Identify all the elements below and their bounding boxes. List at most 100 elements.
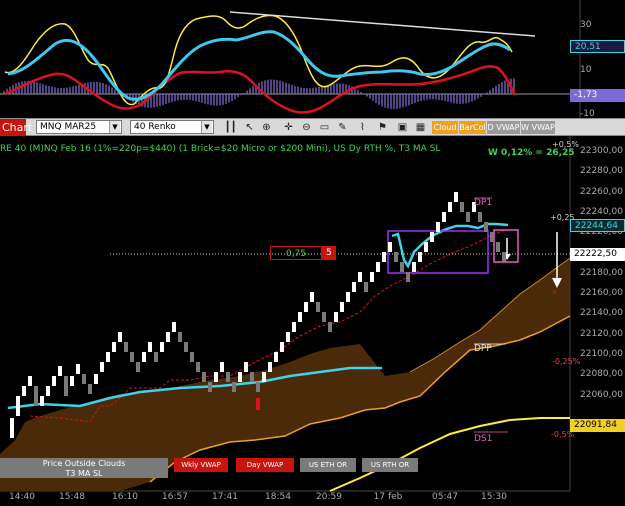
pct-plus-05: +0,5% [552,140,580,149]
renko-brick-down [364,282,368,292]
renko-brick-up [442,212,446,222]
grid-icon[interactable]: ▦ [414,121,427,134]
renko-brick-down [196,362,200,372]
renko-brick-up [274,352,278,362]
renko-brick-down [178,332,182,342]
renko-brick-down [322,312,326,322]
renko-brick-up [358,272,362,282]
renko-brick-down [502,252,506,262]
cursor-icon[interactable]: ↖ [243,121,256,134]
osc-purple-value: -1,73 [570,89,625,102]
properties-icon[interactable]: ▭ [318,121,331,134]
renko-brick-up [148,342,152,352]
renko-brick-up [28,376,32,386]
renko-brick-up [304,302,308,312]
renko-brick-up [16,396,20,406]
renko-brick-down [484,222,488,232]
renko-brick-down [64,386,68,396]
renko-brick-up [40,396,44,406]
box-icon[interactable]: ▣ [396,121,409,134]
renko-brick-up [418,252,422,262]
crosshair-icon[interactable]: ✛ [282,121,295,134]
time-axis-label: 15:30 [481,492,507,502]
renko-brick-up [94,374,98,384]
price-current-tag: 22222,50 [570,248,625,261]
zoom-in-icon[interactable]: ⊕ [260,121,273,134]
renko-brick-up [388,242,392,252]
renko-brick-up [16,406,20,416]
renko-brick-down [466,212,470,222]
price-yellow-tag: 22091,84 [570,419,625,432]
day-vwap-button[interactable]: Day VWAP [236,458,294,472]
renko-bricks [10,192,506,438]
renko-brick-up [298,312,302,322]
symbol-select[interactable]: MNQ MAR25 ▼ [36,120,122,134]
time-axis-label: 16:57 [162,492,188,502]
renko-brick-down [34,386,38,396]
renko-brick-up [436,222,440,232]
us-eth-or-button[interactable]: US ETH OR [300,458,356,472]
indicator-icon[interactable]: ⌇ [356,121,369,134]
price-axis-label: 22100,00 [580,349,623,359]
price-axis-label: 22300,00 [580,146,623,156]
renko-brick-up [142,352,146,362]
renko-brick-up [160,342,164,352]
renko-brick-down [82,374,86,384]
zoom-out-icon[interactable]: ⊖ [300,121,313,134]
time-axis-label: 17:41 [212,492,238,502]
price-outside-label: Price Outside Clouds [42,459,126,468]
renko-brick-up [424,242,428,252]
position-value-box: 0,75 [270,246,322,260]
renko-brick-down [130,352,134,362]
renko-brick-down [88,384,92,394]
weekly-info: W 0,12% = 26,25 [488,148,575,158]
renko-brick-down [202,372,206,382]
renko-brick-up [172,322,176,332]
w-vwap-button[interactable]: W VWAP [521,121,555,134]
wkly-vwap-button[interactable]: Wkly VWAP [174,458,228,472]
renko-brick-down [478,212,482,222]
renko-brick-down [394,252,398,262]
renko-brick-up [46,386,50,396]
renko-brick-down [154,352,158,362]
renko-brick-up [22,386,26,396]
pivot-ds1-label: DS1 [474,434,493,444]
renko-brick-up [352,282,356,292]
renko-brick-up [76,364,80,374]
renko-brick-up [382,252,386,262]
oscillator-panel [0,0,581,118]
renko-brick-down [34,396,38,406]
barcol-button[interactable]: BarCol [459,121,486,134]
pct-minus-025: -0,25% [552,357,581,366]
renko-brick-up [334,312,338,322]
tab-chart[interactable]: Chart [0,119,32,136]
renko-brick-up [220,362,224,372]
us-rth-or-button[interactable]: US RTH OR [362,458,418,472]
renko-brick-down [400,262,404,272]
renko-brick-down [406,272,410,282]
d-vwap-button[interactable]: D VWAP [487,121,520,134]
chevron-down-icon: ▼ [109,121,120,133]
price-outside-clouds-button[interactable]: Price Outside Clouds T3 MA SL [0,458,168,478]
svg-text:x: x [552,287,557,296]
renko-brick-down [190,352,194,362]
renko-brick-up [112,342,116,352]
drawing-tool-icon[interactable]: ✎ [336,121,349,134]
bartype-select[interactable]: 40 Renko ▼ [130,120,214,134]
price-axis-label: 22120,00 [580,328,623,339]
price-axis-label: 22060,00 [580,389,623,400]
cloud-button[interactable]: Cloud [432,121,458,134]
symbol-value: MNQ MAR25 [40,122,97,132]
time-axis-label: 15:48 [59,492,85,502]
bars-icon[interactable]: ┃┃ [224,121,237,134]
time-axis-label: 16:10 [112,492,138,502]
renko-brick-up [58,366,62,376]
renko-brick-up [262,372,266,382]
time-axis-label: 17 feb [373,492,403,502]
chevron-down-icon: ▼ [201,121,212,133]
renko-brick-up [268,362,272,372]
renko-brick-down [460,202,464,212]
price-axis-label: 22280,00 [580,166,623,177]
strategy-icon[interactable]: ⚑ [376,121,389,134]
renko-brick-up [10,418,14,428]
